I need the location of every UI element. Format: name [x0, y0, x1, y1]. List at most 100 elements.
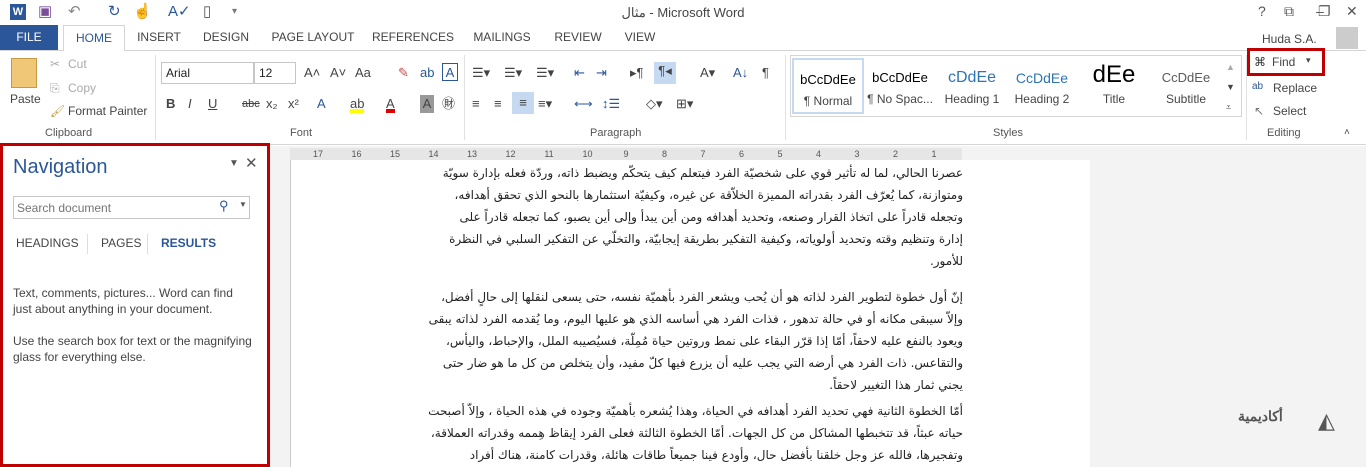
tab-references[interactable]: REFERENCES	[372, 25, 454, 50]
font-name-box[interactable]: Arial	[161, 62, 254, 84]
collapse-ribbon-icon[interactable]: ˄	[1344, 127, 1350, 138]
ruler-number: 17	[312, 149, 323, 159]
character-border-icon[interactable]: A	[442, 63, 458, 81]
paste-icon[interactable]	[11, 58, 37, 88]
ruler-number: 13	[466, 149, 477, 159]
document-line: أمّا الخطوة الثانية فهي تحديد الفرد أهدا…	[428, 404, 963, 418]
highlight-color-icon[interactable]: ab	[350, 95, 365, 113]
cut-button[interactable]: Cut	[68, 57, 87, 71]
strikethrough-button[interactable]: abc	[242, 95, 260, 113]
superscript-icon[interactable]: x²	[288, 95, 299, 113]
tab-insert[interactable]: INSERT	[130, 25, 188, 50]
borders-icon[interactable]: ⊞▾	[676, 95, 693, 113]
document-line: وتفجيرها، فالله عز وجل خلقنا بأفضل حال، …	[469, 448, 963, 462]
decrease-indent-icon[interactable]: ⇤	[574, 64, 585, 82]
increase-indent-icon[interactable]: ⇥	[596, 64, 607, 82]
change-case-button[interactable]: Aa	[355, 64, 371, 82]
style-no-spacing[interactable]: bCcDdEe ¶ No Spac...	[864, 58, 936, 114]
shading-icon[interactable]: ◇▾	[646, 95, 663, 113]
styles-scroll-up-icon[interactable]: ▲	[1226, 58, 1235, 76]
format-painter-button[interactable]: Format Painter	[68, 104, 147, 118]
cut-icon: ✂	[50, 57, 61, 71]
style-heading-2[interactable]: CcDdEe Heading 2	[1006, 58, 1078, 114]
tab-headings[interactable]: HEADINGS	[16, 236, 79, 250]
paste-button[interactable]: Paste	[10, 92, 41, 106]
replace-button[interactable]: Replace	[1273, 81, 1317, 95]
select-button[interactable]: Select	[1273, 104, 1306, 118]
text-effects-icon[interactable]: A	[317, 95, 326, 113]
tab-results[interactable]: RESULTS	[161, 236, 216, 250]
ruler-number: 15	[389, 149, 400, 159]
align-center-icon[interactable]: ≡	[494, 95, 502, 113]
align-left-icon[interactable]: ≡	[472, 95, 480, 113]
justify-icon[interactable]: ≡▾	[538, 95, 552, 113]
close-pane-icon[interactable]: ✕	[245, 154, 258, 172]
tab-design[interactable]: DESIGN	[196, 25, 256, 50]
ruler-number: 2	[892, 149, 898, 159]
tab-review[interactable]: REVIEW	[550, 25, 606, 50]
user-name[interactable]: Huda S.A.	[1262, 32, 1317, 46]
document-line: إنّ أول خطوة لتطوير الفرد لذاته هو أن يُ…	[441, 290, 963, 304]
style-subtitle[interactable]: CcDdEe Subtitle	[1150, 58, 1222, 114]
ruler-number: 4	[815, 149, 821, 159]
help-button[interactable]: ?	[1258, 3, 1266, 19]
style-title[interactable]: dEe Title	[1078, 58, 1150, 114]
restore-button[interactable]: ❐	[1318, 3, 1331, 20]
numbering-icon[interactable]: ☰▾	[504, 64, 522, 82]
styles-scroll-down-icon[interactable]: ▼	[1226, 78, 1235, 96]
distributed-icon[interactable]: ⟷	[574, 95, 593, 113]
font-size-box[interactable]: 12	[254, 62, 296, 84]
editing-group-label: Editing	[1267, 127, 1301, 139]
tab-mailings[interactable]: MAILINGS	[468, 25, 536, 50]
asian-layout-icon[interactable]: A▾	[700, 64, 715, 82]
binoculars-icon: ⌘	[1254, 55, 1266, 69]
styles-more-icon[interactable]: ⩡	[1226, 98, 1231, 116]
tab-pages[interactable]: PAGES	[101, 236, 141, 250]
document-line: للأمور.	[929, 254, 963, 268]
find-button[interactable]: ⌘ Find ▾	[1247, 48, 1325, 76]
search-document-input[interactable]	[13, 196, 250, 219]
tab-file[interactable]: FILE	[0, 25, 58, 50]
chevron-down-icon: ▾	[1306, 55, 1311, 65]
user-avatar[interactable]	[1336, 27, 1358, 49]
window-title: مثال - Microsoft Word	[621, 5, 745, 20]
align-right-icon[interactable]: ≡	[512, 92, 534, 114]
ruler[interactable]: 17 16 15 14 13 12 11 10 9 8 7 6 5 4 3 2 1	[290, 148, 962, 160]
line-spacing-icon[interactable]: ↕☰	[602, 95, 620, 113]
style-sample: CcDdEe	[1015, 70, 1069, 86]
document-line: ومتوازنة، كما يُعرّف الفرد بقدراته الممي…	[454, 188, 963, 202]
show-marks-icon[interactable]: ¶	[762, 64, 769, 82]
italic-button[interactable]: I	[188, 95, 192, 113]
ruler-number: 5	[777, 149, 783, 159]
bullets-icon[interactable]: ☰▾	[472, 64, 490, 82]
character-shading-icon[interactable]: A	[420, 95, 434, 113]
tab-home[interactable]: HOME	[63, 25, 125, 51]
subscript-icon[interactable]: x₂	[266, 95, 278, 113]
tab-page-layout[interactable]: PAGE LAYOUT	[268, 25, 358, 50]
grow-font-icon[interactable]: A˄	[304, 64, 320, 82]
ltr-icon[interactable]: ▸¶	[630, 64, 644, 82]
copy-button[interactable]: Copy	[68, 81, 96, 95]
enclose-characters-icon[interactable]: ㊖	[442, 95, 455, 113]
shrink-font-icon[interactable]: A˅	[330, 64, 346, 82]
tab-view[interactable]: VIEW	[618, 25, 662, 50]
search-icon[interactable]: ⚲	[219, 198, 229, 214]
style-heading-1[interactable]: cDdEe Heading 1	[936, 58, 1008, 114]
clear-formatting-icon[interactable]: ✎	[398, 64, 409, 82]
divider	[464, 55, 465, 140]
search-options-icon[interactable]: ▼	[239, 200, 247, 209]
ruler-number: 11	[544, 149, 554, 159]
bold-button[interactable]: B	[166, 95, 175, 113]
underline-button[interactable]: U	[208, 95, 217, 113]
style-normal[interactable]: bCcDdEe ¶ Normal	[792, 58, 864, 114]
text-effects-abc-icon[interactable]: ab	[420, 64, 434, 82]
divider	[87, 234, 88, 254]
ribbon-display-options-icon[interactable]: ⧉	[1284, 3, 1294, 20]
pane-options-icon[interactable]: ▼	[229, 158, 239, 169]
sort-icon[interactable]: A↓	[733, 64, 748, 82]
font-color-icon[interactable]: A	[386, 95, 395, 113]
style-sample: bCcDdEe	[872, 70, 928, 85]
close-button[interactable]: ✕	[1346, 3, 1358, 20]
rtl-icon[interactable]: ¶◂	[654, 62, 676, 84]
multilevel-list-icon[interactable]: ☰▾	[536, 64, 554, 82]
